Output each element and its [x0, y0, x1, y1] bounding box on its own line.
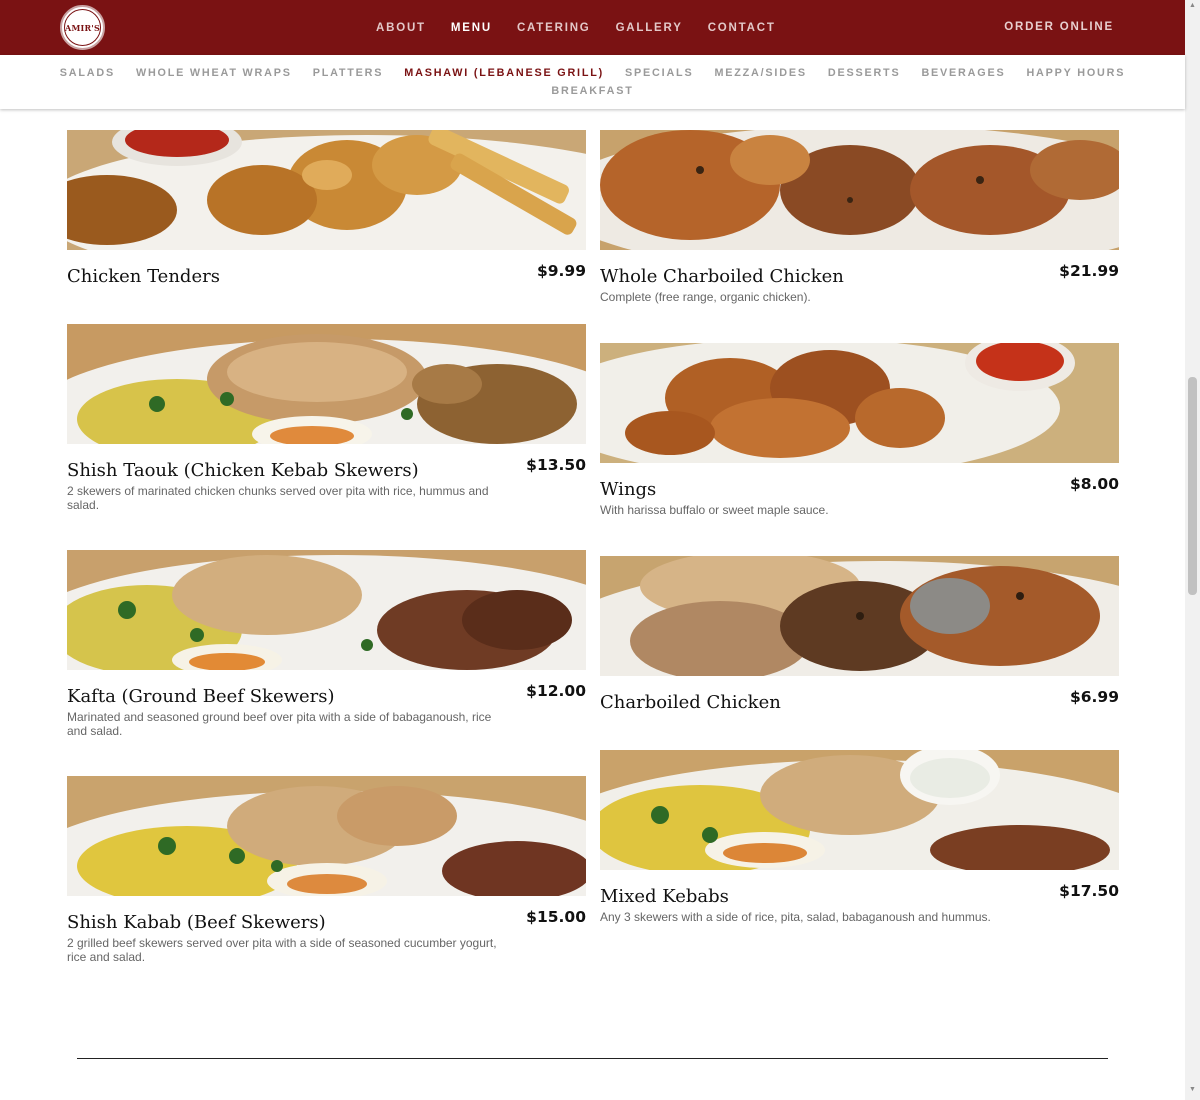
- wings-photo: [600, 343, 1119, 463]
- main-nav: ABOUT MENU CATERING GALLERY CONTACT: [376, 0, 801, 55]
- menu-item-description: 2 grilled beef skewers served over pita …: [67, 936, 497, 964]
- menu-item-description: 2 skewers of marinated chicken chunks se…: [67, 484, 489, 512]
- menu-item: Chicken Tenders $9.99: [67, 130, 586, 290]
- logo-text: AMIR'S: [64, 9, 101, 46]
- scroll-down-icon[interactable]: ▼: [1188, 1086, 1197, 1098]
- category-desserts[interactable]: DESSERTS: [828, 67, 901, 79]
- menu-item: Wings $8.00 With harissa buffalo or swee…: [600, 343, 1119, 517]
- menu-item-price: $8.00: [1069, 475, 1119, 493]
- menu-item: Whole Charboiled Chicken $21.99 Complete…: [600, 130, 1119, 304]
- category-platters[interactable]: PLATTERS: [313, 67, 384, 79]
- menu-item-name: Chicken Tenders: [67, 266, 220, 287]
- top-navigation-bar: AMIR'S ABOUT MENU CATERING GALLERY CONTA…: [0, 0, 1185, 55]
- category-nav-row: SALADS WHOLE WHEAT WRAPS PLATTERS MASHAW…: [0, 67, 1185, 79]
- menu-item-name: Whole Charboiled Chicken: [600, 266, 844, 287]
- nav-contact[interactable]: CONTACT: [708, 22, 776, 34]
- category-beverages[interactable]: BEVERAGES: [921, 67, 1005, 79]
- menu-item-price: $15.00: [526, 908, 586, 926]
- nav-menu[interactable]: MENU: [451, 22, 492, 34]
- menu-item-name: Mixed Kebabs: [600, 886, 729, 907]
- charboiled-chicken-photo: [600, 556, 1119, 676]
- whole-chicken-photo: [600, 130, 1119, 250]
- category-salads[interactable]: SALADS: [60, 67, 115, 79]
- kafta-plate-photo: [67, 550, 586, 670]
- mixed-kebabs-plate-photo: [600, 750, 1119, 870]
- menu-item: Shish Kabab (Beef Skewers) $15.00 2 gril…: [67, 776, 586, 964]
- beef-kabab-plate-photo: [67, 776, 586, 896]
- category-whole-wheat-wraps[interactable]: WHOLE WHEAT WRAPS: [136, 67, 292, 79]
- menu-item-price: $17.50: [1059, 882, 1119, 900]
- menu-item-price: $21.99: [1059, 262, 1119, 280]
- fried-chicken-tenders-photo: [67, 130, 586, 250]
- menu-item-description: Complete (free range, organic chicken).: [600, 290, 811, 304]
- nav-about[interactable]: ABOUT: [376, 22, 426, 34]
- category-mezza-sides[interactable]: MEZZA/SIDES: [714, 67, 806, 79]
- menu-item-price: $6.99: [1069, 688, 1119, 706]
- order-online-link[interactable]: ORDER ONLINE: [1004, 21, 1114, 33]
- menu-item-name: Wings: [600, 479, 657, 500]
- category-specials[interactable]: SPECIALS: [625, 67, 693, 79]
- menu-item-name: Charboiled Chicken: [600, 692, 781, 713]
- nav-gallery[interactable]: GALLERY: [616, 22, 683, 34]
- page-scrollbar[interactable]: ▲ ▼: [1185, 0, 1200, 1100]
- restaurant-logo[interactable]: AMIR'S: [60, 5, 105, 50]
- menu-item: Mixed Kebabs $17.50 Any 3 skewers with a…: [600, 750, 1119, 924]
- section-divider: [77, 1058, 1108, 1059]
- menu-item: Charboiled Chicken $6.99: [600, 556, 1119, 716]
- menu-item-price: $9.99: [536, 262, 586, 280]
- menu-item-description: With harissa buffalo or sweet maple sauc…: [600, 503, 829, 517]
- menu-item-description: Marinated and seasoned ground beef over …: [67, 710, 492, 738]
- chicken-kebab-plate-photo: [67, 324, 586, 444]
- menu-item-name: Shish Taouk (Chicken Kebab Skewers): [67, 460, 419, 481]
- category-breakfast[interactable]: BREAKFAST: [551, 85, 633, 97]
- category-nav: SALADS WHOLE WHEAT WRAPS PLATTERS MASHAW…: [0, 55, 1185, 109]
- menu-item: Shish Taouk (Chicken Kebab Skewers) $13.…: [67, 324, 586, 512]
- scrollbar-thumb[interactable]: [1188, 377, 1197, 595]
- menu-item-price: $13.50: [526, 456, 586, 474]
- menu-item-description: Any 3 skewers with a side of rice, pita,…: [600, 910, 991, 924]
- menu-item-name: Kafta (Ground Beef Skewers): [67, 686, 335, 707]
- menu-item-name: Shish Kabab (Beef Skewers): [67, 912, 326, 933]
- nav-catering[interactable]: CATERING: [517, 22, 591, 34]
- category-happy-hours[interactable]: HAPPY HOURS: [1026, 67, 1125, 79]
- menu-item-price: $12.00: [526, 682, 586, 700]
- menu-item: Kafta (Ground Beef Skewers) $12.00 Marin…: [67, 550, 586, 738]
- category-mashawi[interactable]: MASHAWI (LEBANESE GRILL): [404, 67, 604, 79]
- category-nav-row: BREAKFAST: [0, 85, 1185, 97]
- scroll-up-icon[interactable]: ▲: [1188, 2, 1197, 14]
